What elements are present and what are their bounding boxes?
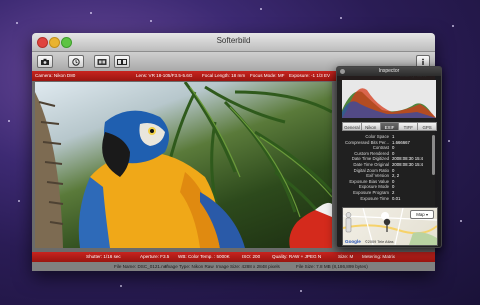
exposure-comp: Exposure: -1 1/3 EV	[289, 73, 331, 78]
histogram-chart	[342, 88, 436, 118]
compare-icon	[117, 58, 127, 65]
image-type: Image Type: Nikon Raw	[165, 264, 214, 269]
image-quality: Quality: RAW + JPEG N	[272, 254, 322, 259]
tab-general[interactable]: General	[342, 122, 362, 131]
tab-exif[interactable]: EXIF	[379, 122, 400, 131]
map-attribution: ©2009 Tele Atlas	[365, 240, 394, 244]
focus-mode: Focus Mode: MF	[250, 73, 285, 78]
google-logo: Google	[345, 239, 361, 244]
aperture-value: Aperture: F3.5	[140, 254, 170, 259]
inspector-tabs: General Nikon EXIF TIFF GPS	[342, 122, 437, 131]
timer-button[interactable]	[68, 55, 84, 68]
photo-preview[interactable]	[35, 82, 332, 248]
focal-length: Focal Length: 18 mm	[202, 73, 246, 78]
tab-gps[interactable]: GPS	[417, 122, 437, 131]
table-row: Exposure Time 0.01	[360, 195, 401, 201]
camera-button[interactable]	[37, 55, 53, 68]
map-type-select[interactable]: Map ▾	[410, 210, 434, 219]
tab-tiff[interactable]: TIFF	[398, 122, 419, 131]
histogram	[342, 80, 436, 118]
filmstrip-icon	[97, 58, 107, 65]
macaw-photo	[35, 82, 332, 248]
white-balance: WB: Color Temp. : 5000K	[178, 254, 230, 259]
iso-value: ISO: 200	[242, 254, 261, 259]
image-size: Image Size: 4288 x 2848 pixels	[216, 264, 280, 269]
info-icon	[422, 58, 424, 65]
metering-mode: Metering: Matrix	[362, 254, 395, 259]
camera-model: Camera: Nikon D80	[35, 73, 76, 78]
chevron-down-icon: ▾	[425, 212, 428, 217]
title-bar: Softerbild	[32, 33, 435, 52]
image-size: Size: M	[338, 254, 354, 259]
map-type-label: Map	[416, 212, 425, 217]
inspector-scrollbar[interactable]	[432, 135, 435, 175]
file-name: File Name: DSC_0121.nef	[114, 264, 168, 269]
filmstrip-button[interactable]	[94, 55, 110, 68]
inspector-title: Inspector	[337, 67, 441, 76]
file-info-bar: File Name: DSC_0121.nef Image Type: Niko…	[32, 262, 435, 271]
window-title: Softerbild	[216, 36, 251, 45]
timer-icon	[72, 57, 80, 66]
inspector-close-button[interactable]	[340, 69, 345, 74]
compare-button[interactable]	[114, 55, 130, 68]
shutter-speed: Shutter: 1/16 sec	[86, 254, 121, 259]
camera-icon	[41, 58, 49, 65]
shooting-settings-bar: Shutter: 1/16 sec Aperture: F3.5 WB: Col…	[32, 252, 435, 262]
gps-map[interactable]: Map ▾ Google ©2009 Tele Atlas	[342, 207, 438, 246]
inspector-panel: Inspector General Nikon EXIF TIFF GPS Co…	[336, 66, 442, 248]
tab-nikon[interactable]: Nikon	[360, 122, 381, 131]
lens-info: Lens: VR 18-105/F3.5-5.6G	[136, 73, 193, 78]
file-size: File Size: 7.8 MB (8,186,899 bytes)	[296, 264, 368, 269]
